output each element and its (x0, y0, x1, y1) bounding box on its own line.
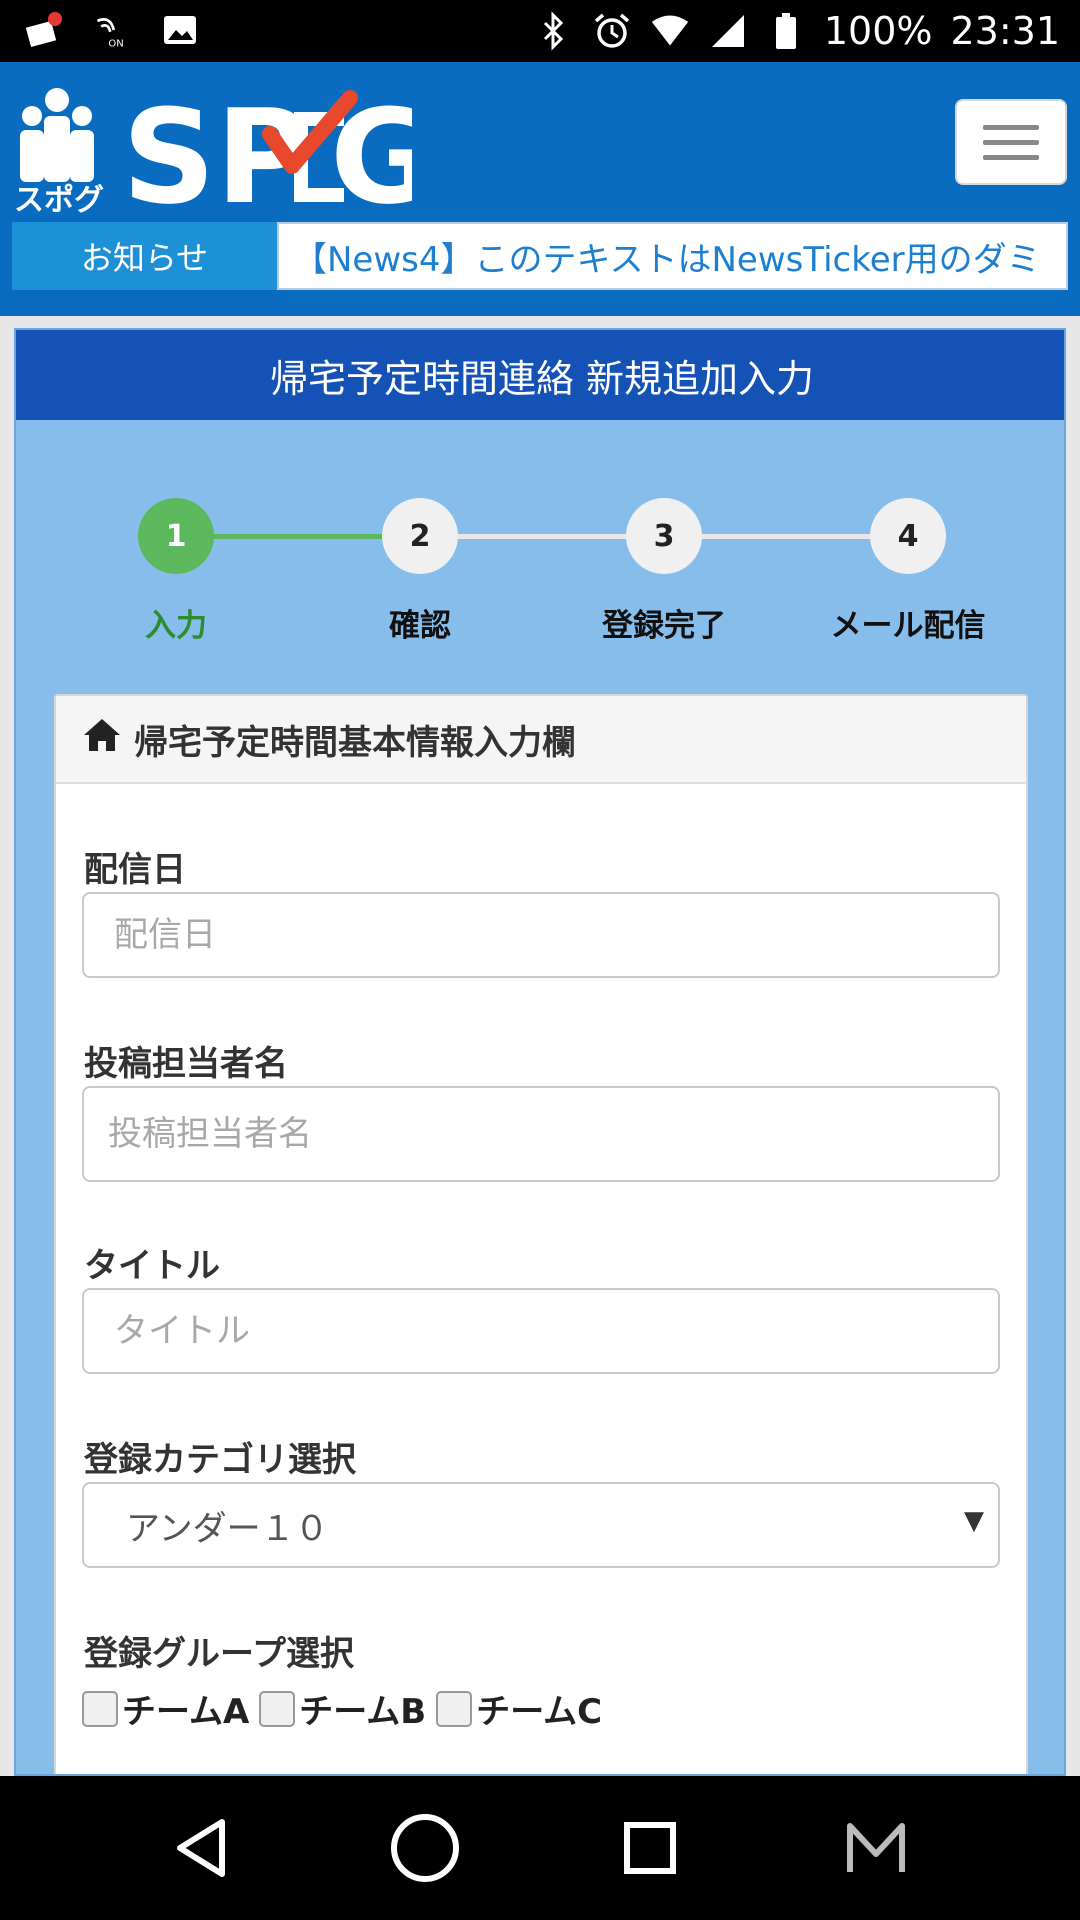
checkbox-label: チームB (299, 1692, 427, 1732)
dropdown-arrow-icon: ▼ (964, 1506, 984, 1536)
step-2-label: 確認 (389, 608, 451, 644)
step-1: 1 入力 (76, 498, 276, 645)
signal-icon (708, 11, 748, 51)
recents-button[interactable] (610, 1808, 690, 1888)
title-input[interactable] (82, 1288, 1000, 1374)
home-button[interactable] (385, 1808, 465, 1888)
category-label: 登録カテゴリ選択 (84, 1440, 356, 1480)
step-1-circle: 1 (138, 498, 214, 574)
image-icon (160, 10, 200, 50)
battery-icon (766, 11, 806, 51)
category-selected-value: アンダー１０ (126, 1508, 329, 1549)
back-button[interactable] (162, 1808, 242, 1888)
delivery-date-label: 配信日 (84, 850, 186, 890)
step-4-circle: 4 (870, 498, 946, 574)
category-select[interactable]: アンダー１０ ▼ (82, 1482, 1000, 1568)
notification-icon (24, 10, 64, 50)
form-panel: 帰宅予定時間基本情報入力欄 配信日 投稿担当者名 タイトル 登録カテゴリ選択 ア… (54, 694, 1028, 1774)
main-card: 帰宅予定時間連絡 新規追加入力 1 入力 2 確認 3 登録完了 4 メール配信… (14, 328, 1066, 1776)
title-label: タイトル (84, 1246, 220, 1286)
group-option-b: チームB (259, 1684, 426, 1733)
svg-text:スポグ: スポグ (14, 183, 104, 218)
step-4-label: メール配信 (830, 608, 986, 644)
battery-percent: 100% (823, 9, 933, 53)
panel-title: 帰宅予定時間基本情報入力欄 (134, 722, 576, 763)
news-row: お知らせ 【News4】このテキストはNewsTicker用のダミ (12, 222, 1068, 290)
wifi-icon (650, 11, 690, 51)
checkbox-team-c[interactable] (436, 1690, 473, 1727)
panel-header: 帰宅予定時間基本情報入力欄 (56, 696, 1026, 784)
author-input[interactable] (82, 1086, 1000, 1182)
alarm-icon (592, 11, 632, 51)
checkbox-label: チームA (122, 1692, 250, 1732)
gmail-shortcut-button[interactable] (836, 1808, 916, 1888)
clock: 23:31 (950, 9, 1060, 53)
author-label: 投稿担当者名 (84, 1044, 288, 1084)
checkbox-team-a[interactable] (82, 1690, 118, 1727)
step-2: 2 確認 (320, 498, 520, 645)
group-checkboxes: チームA チームB チームC (82, 1684, 602, 1733)
home-icon (82, 717, 122, 762)
step-4: 4 メール配信 (808, 498, 1008, 645)
checkbox-label: チームC (476, 1692, 603, 1732)
bluetooth-icon (534, 11, 574, 51)
svg-text:ON: ON (108, 38, 123, 49)
step-2-circle: 2 (382, 498, 458, 574)
checkbox-team-b[interactable] (259, 1690, 296, 1727)
recents-square-icon (624, 1822, 676, 1874)
step-indicator: 1 入力 2 確認 3 登録完了 4 メール配信 (16, 498, 1064, 658)
step-3: 3 登録完了 (564, 498, 764, 645)
news-ticker[interactable]: 【News4】このテキストはNewsTicker用のダミ (277, 222, 1068, 290)
navigation-bar (0, 1776, 1080, 1920)
group-option-c: チームC (436, 1684, 602, 1733)
menu-bar-icon (983, 124, 1039, 130)
back-triangle-icon (177, 1819, 225, 1877)
step-1-label: 入力 (145, 608, 207, 644)
home-circle-icon (391, 1814, 459, 1882)
site-header: スポグ SP G お知らせ 【News4】このテキストはNewsTicker用の… (0, 62, 1080, 316)
delivery-date-input[interactable] (82, 892, 1000, 978)
group-label: 登録グループ選択 (84, 1634, 354, 1674)
hamburger-menu-button[interactable] (955, 99, 1067, 185)
group-option-a: チームA (82, 1684, 249, 1733)
news-label: お知らせ (12, 222, 277, 290)
nfc-on-icon: ON (92, 10, 132, 50)
page-title: 帰宅予定時間連絡 新規追加入力 (16, 330, 1064, 420)
status-bar: ON 100% 23:31 (0, 0, 1080, 62)
step-3-label: 登録完了 (602, 608, 726, 644)
gmail-m-icon (847, 1823, 905, 1872)
spog-logo[interactable]: スポグ SP G (12, 74, 437, 233)
step-3-circle: 3 (626, 498, 702, 574)
